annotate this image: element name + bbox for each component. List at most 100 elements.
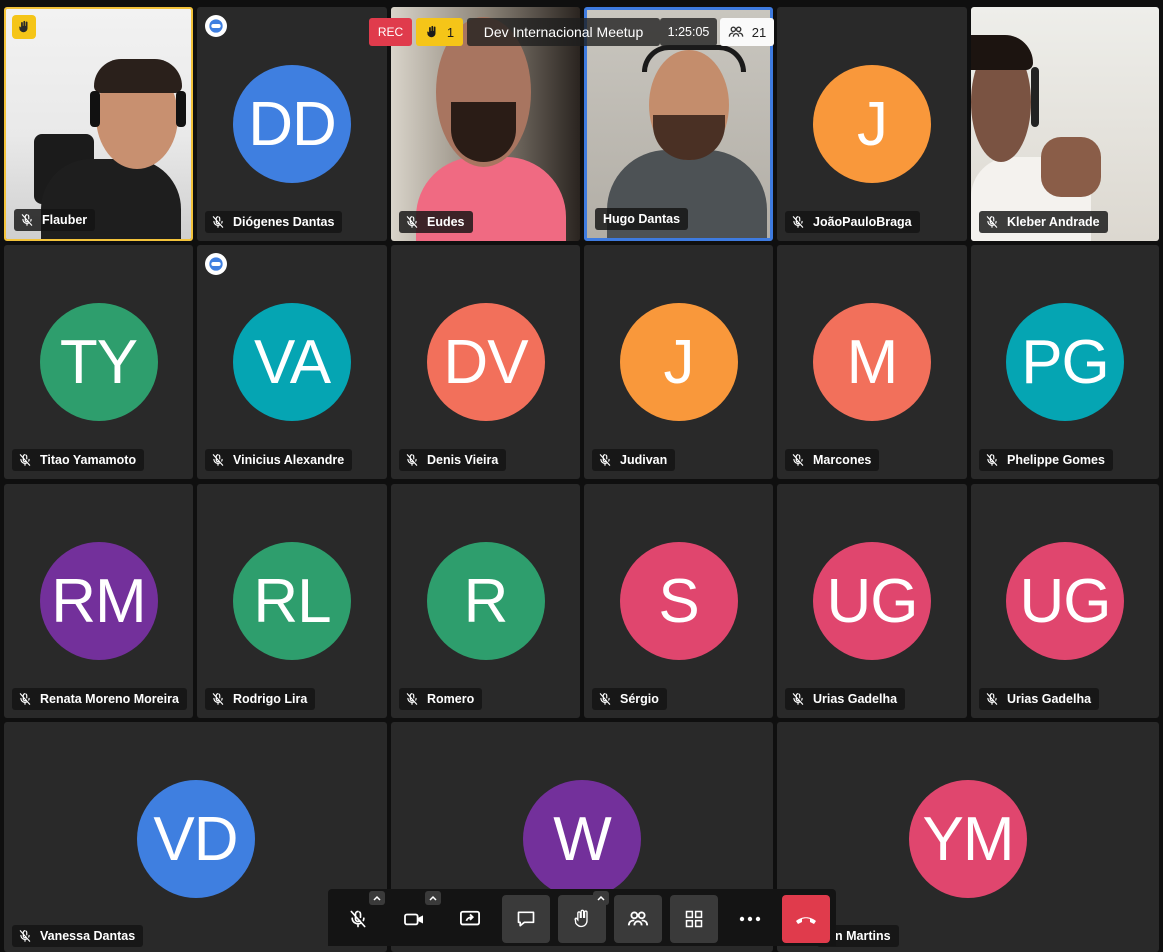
- avatar: UG: [1006, 542, 1124, 660]
- participant-name: Phelippe Gomes: [979, 449, 1113, 471]
- mic-settings-caret[interactable]: [369, 891, 385, 905]
- participant-name: Titao Yamamoto: [12, 449, 145, 471]
- camera-icon: [404, 913, 423, 926]
- participant-tile-flauber[interactable]: Flauber: [4, 7, 193, 241]
- avatar: RM: [39, 542, 158, 660]
- moderator-icon: [205, 15, 227, 37]
- muted-mic-icon: [18, 929, 32, 943]
- avatar: VA: [233, 303, 351, 421]
- raise-hand-icon: [574, 909, 588, 928]
- participant-name: Rodrigo Lira: [205, 688, 316, 710]
- participant-name: Renata Moreno Moreira: [12, 688, 187, 710]
- avatar: M: [813, 303, 931, 421]
- muted-mic-icon: [20, 213, 34, 227]
- chat-button[interactable]: [502, 895, 550, 943]
- avatar: J: [619, 303, 738, 421]
- avatar: TY: [39, 303, 158, 421]
- raised-hand-icon: [12, 15, 36, 39]
- participant-tile[interactable]: RM Renata Moreno Moreira: [4, 484, 193, 718]
- avatar: W: [523, 780, 641, 898]
- participant-name: Romero: [399, 688, 483, 710]
- participant-name: Vanessa Dantas: [12, 925, 144, 947]
- participant-name: Diógenes Dantas: [205, 211, 343, 233]
- participant-tile[interactable]: S Sérgio: [584, 484, 773, 718]
- tile-view-button[interactable]: [670, 895, 718, 943]
- muted-mic-icon: [405, 215, 419, 229]
- avatar: R: [426, 542, 545, 660]
- avatar: DD: [233, 65, 351, 183]
- share-screen-button[interactable]: [446, 895, 494, 943]
- muted-mic-icon: [985, 692, 999, 706]
- participant-name: Flauber: [14, 209, 96, 231]
- meeting-toolbar: [328, 889, 836, 946]
- hangup-icon: [796, 917, 816, 924]
- more-icon: [739, 916, 761, 922]
- participant-name: Urias Gadelha: [979, 688, 1100, 710]
- participant-tile[interactable]: DV Denis Vieira: [391, 245, 580, 479]
- muted-mic-icon: [791, 453, 805, 467]
- participant-name: Sérgio: [592, 688, 667, 710]
- raised-hands-counter[interactable]: 1: [416, 18, 463, 46]
- muted-mic-icon: [211, 692, 225, 706]
- muted-mic-icon: [18, 453, 32, 467]
- raise-hand-icon: [425, 25, 439, 39]
- participant-tile[interactable]: RL Rodrigo Lira: [197, 484, 387, 718]
- participant-name: Hugo Dantas: [595, 208, 689, 230]
- avatar: J: [813, 65, 931, 183]
- muted-mic-icon: [211, 453, 225, 467]
- share-screen-icon: [460, 910, 480, 926]
- avatar: VD: [136, 780, 255, 898]
- reactions-caret[interactable]: [593, 891, 609, 905]
- avatar: RL: [233, 542, 351, 660]
- participants-counter[interactable]: 21: [720, 18, 774, 46]
- muted-mic-icon: [405, 692, 419, 706]
- participant-tile[interactable]: DD Diógenes Dantas: [197, 7, 387, 241]
- hangup-button[interactable]: [782, 895, 830, 943]
- chat-icon: [517, 911, 535, 927]
- avatar: PG: [1006, 303, 1124, 421]
- participants-icon: [627, 911, 649, 926]
- participant-name: Eudes: [399, 211, 473, 233]
- muted-mic-icon: [985, 453, 999, 467]
- muted-mic-icon: [791, 215, 805, 229]
- more-options-button[interactable]: [726, 895, 774, 943]
- meeting-title: Dev Internacional Meetup: [467, 18, 660, 46]
- participant-name: Marcones: [785, 449, 880, 471]
- avatar: YM: [909, 780, 1027, 898]
- muted-mic-icon: [791, 692, 805, 706]
- avatar: DV: [426, 303, 545, 421]
- participant-name: Kleber Andrade: [979, 211, 1108, 233]
- participant-tile[interactable]: R Romero: [391, 484, 580, 718]
- muted-mic-icon: [985, 215, 999, 229]
- participant-name: Urias Gadelha: [785, 688, 906, 710]
- muted-mic-icon: [598, 453, 612, 467]
- participant-tile[interactable]: J Judivan: [584, 245, 773, 479]
- participant-video: [6, 9, 191, 239]
- avatar: UG: [813, 542, 931, 660]
- participant-tile[interactable]: VA Vinicius Alexandre: [197, 245, 387, 479]
- participant-name: Denis Vieira: [399, 449, 507, 471]
- participant-tile[interactable]: UG Urias Gadelha: [777, 484, 967, 718]
- participant-video: [971, 7, 1159, 241]
- participant-name: Vinicius Alexandre: [205, 449, 353, 471]
- camera-settings-caret[interactable]: [425, 891, 441, 905]
- participant-tile[interactable]: M Marcones: [777, 245, 967, 479]
- tile-view-icon: [685, 910, 703, 928]
- avatar: S: [619, 542, 738, 660]
- participant-tile[interactable]: UG Urias Gadelha: [971, 484, 1159, 718]
- participant-name: JoãoPauloBraga: [785, 211, 920, 233]
- participant-tile[interactable]: TY Titao Yamamoto: [4, 245, 193, 479]
- participant-tile-kleber-andrade[interactable]: Kleber Andrade: [971, 7, 1159, 241]
- moderator-icon: [205, 253, 227, 275]
- microphone-icon: [350, 910, 366, 928]
- meeting-timer: 1:25:05: [660, 18, 717, 46]
- muted-mic-icon: [18, 692, 32, 706]
- muted-mic-icon: [211, 215, 225, 229]
- participant-tile[interactable]: J JoãoPauloBraga: [777, 7, 967, 241]
- participant-tile[interactable]: PG Phelippe Gomes: [971, 245, 1159, 479]
- participant-name: Judivan: [592, 449, 676, 471]
- muted-mic-icon: [405, 453, 419, 467]
- participants-button[interactable]: [614, 895, 662, 943]
- participants-icon: [728, 25, 744, 39]
- recording-badge: REC: [369, 18, 412, 46]
